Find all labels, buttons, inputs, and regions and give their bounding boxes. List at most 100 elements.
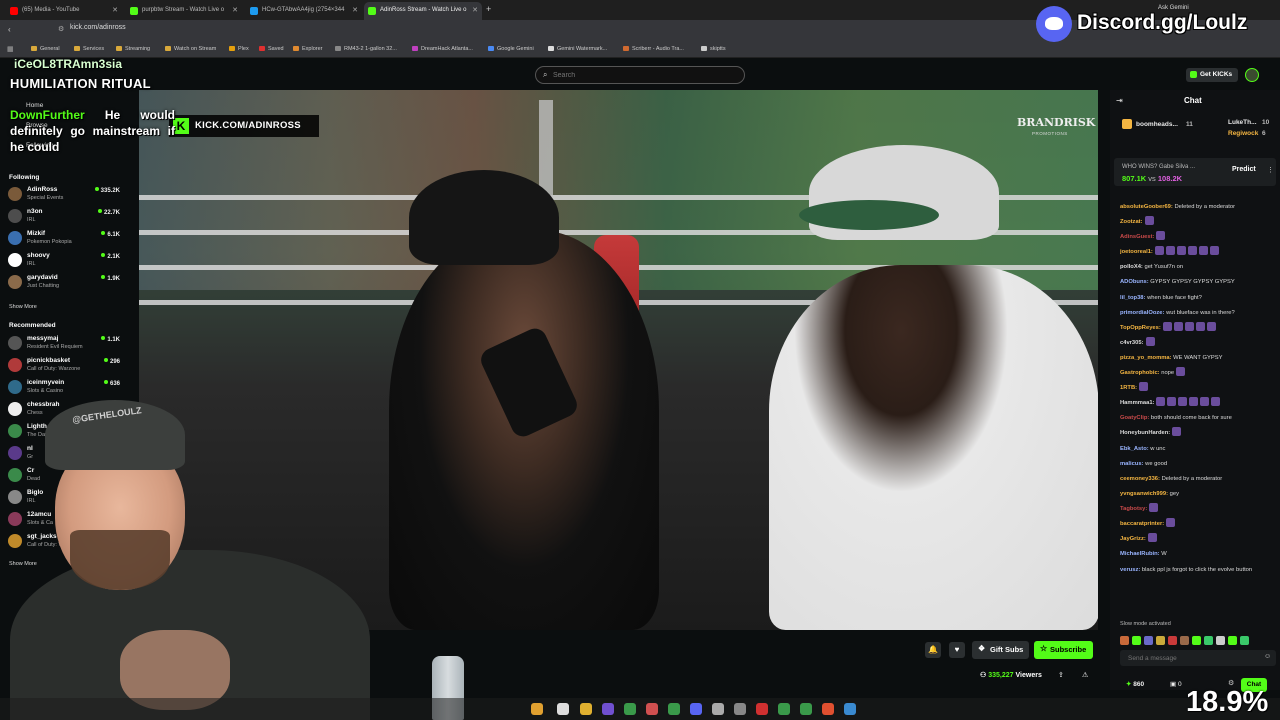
folder-icon[interactable] xyxy=(580,703,592,715)
chat-username[interactable]: TopOppReyes: xyxy=(1120,325,1161,331)
browser-tab-adinross[interactable]: AdinRoss Stream - Watch Live o ✕ xyxy=(364,2,482,20)
chat-username[interactable]: verusz: xyxy=(1120,567,1140,573)
emote-icon[interactable] xyxy=(1240,636,1249,645)
chat-username[interactable]: ADObuns: xyxy=(1120,279,1149,285)
emote-icon[interactable] xyxy=(1120,636,1129,645)
bookmark-saved[interactable]: Saved xyxy=(259,46,284,52)
taskbar-app-icon[interactable] xyxy=(800,703,812,715)
chat-username[interactable]: Ebk_Asto: xyxy=(1120,446,1149,452)
new-tab-icon[interactable]: + xyxy=(486,4,491,14)
sidebar-channel-adinross[interactable]: AdinRoss Special Events 335.2K xyxy=(8,185,122,205)
discord-taskbar-icon[interactable] xyxy=(690,703,702,715)
brave-icon[interactable] xyxy=(822,703,834,715)
heart-icon[interactable]: ♥ xyxy=(949,642,965,658)
site-info-icon[interactable]: ⚙ xyxy=(58,25,64,33)
share-icon[interactable]: ⇪ xyxy=(1058,671,1064,679)
taskbar-app-icon[interactable] xyxy=(756,703,768,715)
predict-button[interactable]: Predict xyxy=(1232,166,1256,173)
back-icon[interactable]: ‹ xyxy=(8,25,11,34)
emote-icon[interactable] xyxy=(1144,636,1153,645)
chat-username[interactable]: c4vr305: xyxy=(1120,340,1144,346)
chat-username[interactable]: joetooreal1: xyxy=(1120,249,1153,255)
chat-input[interactable] xyxy=(1128,653,1258,663)
sidebar-channel-shoovy[interactable]: shoovy IRL 2.1K xyxy=(8,251,122,271)
more-icon[interactable]: ⋮ xyxy=(1267,166,1274,174)
emote-icon[interactable] xyxy=(1180,636,1189,645)
bookmark-dreamhack[interactable]: DreamHack Atlanta... xyxy=(412,46,473,52)
emote-icon[interactable] xyxy=(1132,636,1141,645)
leader-1-name[interactable]: boomheads... xyxy=(1136,121,1178,128)
emote-icon[interactable] xyxy=(1168,636,1177,645)
chat-username[interactable]: primordialOoze: xyxy=(1120,310,1164,316)
close-icon[interactable]: ✕ xyxy=(472,6,478,14)
emote-icon[interactable] xyxy=(1228,636,1237,645)
bookmark-scriberr[interactable]: Scriberr - Audio Tra... xyxy=(623,46,684,52)
search-box[interactable]: ⌕ xyxy=(535,66,745,84)
bookmark-gemini-watermark[interactable]: Gemini Watermark... xyxy=(548,46,607,52)
emote-icon[interactable] xyxy=(1204,636,1213,645)
sidebar-channel-picnickbasket[interactable]: picnickbasket Call of Duty: Warzone 296 xyxy=(8,356,122,376)
apps-icon[interactable]: ▦ xyxy=(7,45,14,53)
taskbar-app-icon[interactable] xyxy=(844,703,856,715)
chat-username[interactable]: AdinsGuest: xyxy=(1120,234,1154,240)
bookmark-rm43[interactable]: RM43-2 1-gallon 32... xyxy=(335,46,397,52)
emote-icon[interactable] xyxy=(1216,636,1225,645)
chat-username[interactable]: ceemoney336: xyxy=(1120,476,1160,482)
bookmark-plex[interactable]: Plex xyxy=(229,46,249,52)
bookmark-watch-on-stream[interactable]: Watch on Stream xyxy=(165,46,216,52)
chat-username[interactable]: MichaelRubin: xyxy=(1120,551,1160,557)
close-icon[interactable]: ✕ xyxy=(232,6,238,14)
bell-icon[interactable]: 🔔 xyxy=(925,642,941,658)
bookmark-general[interactable]: General xyxy=(31,46,60,52)
chat-username[interactable]: lil_top38: xyxy=(1120,295,1145,301)
chat-username[interactable]: 1RTB: xyxy=(1120,385,1137,391)
get-kicks-button[interactable]: Get KICKs xyxy=(1186,68,1239,82)
taskbar-app-icon[interactable] xyxy=(557,703,569,715)
taskbar-app-icon[interactable] xyxy=(734,703,746,715)
leader-2-name[interactable]: LukeTh... xyxy=(1228,119,1257,126)
browser-tab-twitter-image[interactable]: HCw-GTAbwAA4jig (2754×344 ✕ xyxy=(246,2,362,20)
sidebar-channel-n3on[interactable]: n3on IRL 22.7K xyxy=(8,207,122,227)
chat-username[interactable]: GoatyClip: xyxy=(1120,415,1149,421)
browser-tab-youtube[interactable]: (65) Media - YouTube ✕ xyxy=(6,2,122,20)
chrome-icon[interactable] xyxy=(624,703,636,715)
subscribe-button[interactable]: Subscribe xyxy=(1034,641,1094,659)
bookmark-skiptts[interactable]: skiptts xyxy=(701,46,726,52)
bookmark-streaming[interactable]: Streaming xyxy=(116,46,150,52)
prediction-banner[interactable]: WHO WINS? Gabe Silva ... 807.1K vs 108.2… xyxy=(1114,158,1276,186)
sidebar-channel-garydavid[interactable]: garydavid Just Chatting 1.9K xyxy=(8,273,122,293)
taskbar-app-icon[interactable] xyxy=(712,703,724,715)
chat-username[interactable]: Gastrophobic: xyxy=(1120,370,1160,376)
chat-username[interactable]: yvngsanwich999: xyxy=(1120,491,1168,497)
bookmark-explorer[interactable]: Explorer xyxy=(293,46,322,52)
search-input[interactable] xyxy=(553,69,733,81)
taskbar-app-icon[interactable] xyxy=(602,703,614,715)
url-field[interactable]: kick.com/adinross xyxy=(70,24,126,31)
chat-username[interactable]: pizza_yo_momma: xyxy=(1120,355,1172,361)
collapse-chat-icon[interactable]: ⇥ xyxy=(1116,96,1123,105)
taskbar-app-icon[interactable] xyxy=(531,703,543,715)
taskbar-app-icon[interactable] xyxy=(778,703,790,715)
sidebar-channel-mizkif[interactable]: Mizkif Pokemon Pokopia 6.1K xyxy=(8,229,122,249)
chat-username[interactable]: baccaratprinter: xyxy=(1120,521,1164,527)
user-avatar[interactable] xyxy=(1245,68,1259,82)
close-icon[interactable]: ✕ xyxy=(112,6,118,14)
taskbar-app-icon[interactable] xyxy=(668,703,680,715)
chat-username[interactable]: Zootzat: xyxy=(1120,219,1143,225)
leader-3-name[interactable]: Regiwock xyxy=(1228,130,1258,137)
bookmark-google-gemini[interactable]: Google Gemini xyxy=(488,46,534,52)
gift-subs-button[interactable]: Gift Subs xyxy=(972,641,1030,659)
bookmark-services[interactable]: Services xyxy=(74,46,104,52)
taskbar-app-icon[interactable] xyxy=(646,703,658,715)
chat-input-box[interactable]: ☺ xyxy=(1120,650,1276,666)
browser-tab-purpbtw[interactable]: purpbtw Stream - Watch Live o ✕ xyxy=(126,2,242,20)
report-icon[interactable]: ⚠ xyxy=(1082,671,1088,679)
chat-username[interactable]: Hammmaa1: xyxy=(1120,400,1154,406)
chat-username[interactable]: polloX4: xyxy=(1120,264,1143,270)
emote-icon[interactable] xyxy=(1156,636,1165,645)
close-icon[interactable]: ✕ xyxy=(352,6,358,14)
chat-username[interactable]: HoneybunHarden: xyxy=(1120,430,1170,436)
show-more-following[interactable]: Show More xyxy=(9,304,37,310)
chat-username[interactable]: Tagbotsy: xyxy=(1120,506,1147,512)
chat-username[interactable]: JayGrizz: xyxy=(1120,536,1146,542)
